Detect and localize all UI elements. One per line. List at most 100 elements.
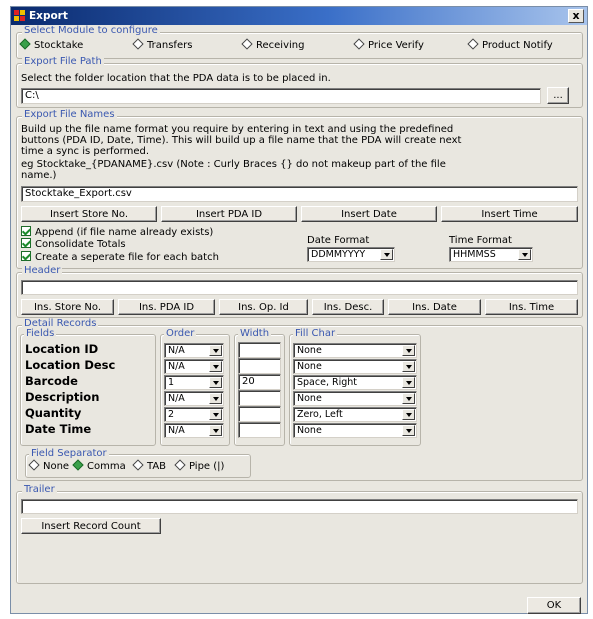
module-legend: Select Module to configure: [22, 25, 160, 36]
order-select-description[interactable]: N/A: [164, 391, 224, 406]
header-ins-date-button[interactable]: Ins. Date: [388, 299, 481, 315]
radio-receiving[interactable]: Receiving: [241, 38, 304, 51]
width-input-description[interactable]: [238, 390, 281, 406]
chevron-down-icon: [209, 393, 222, 404]
header-group: Header Ins. Store No. Ins. PDA ID Ins. O…: [16, 265, 583, 318]
chevron-down-icon: [402, 377, 415, 388]
radio-stocktake[interactable]: Stocktake: [19, 38, 83, 51]
module-group: Select Module to configure Stocktake Tra…: [16, 25, 583, 59]
checkbox-checked-icon: [21, 238, 31, 248]
append-checkbox[interactable]: Append (if file name already exists): [21, 226, 213, 238]
separator-radio-none[interactable]: None: [28, 459, 69, 472]
header-ins-pda-id-button[interactable]: Ins. PDA ID: [118, 299, 215, 315]
field-separator-legend: Field Separator: [29, 448, 109, 459]
separator-radio-comma[interactable]: Comma: [72, 459, 126, 472]
chevron-down-icon: [402, 345, 415, 356]
insert-store-no-button[interactable]: Insert Store No.: [21, 206, 157, 222]
consolidate-checkbox[interactable]: Consolidate Totals: [21, 238, 126, 250]
field-label-barcode: Barcode: [25, 374, 78, 388]
title-bar[interactable]: Export x: [11, 7, 587, 25]
radio-icon: [132, 38, 144, 50]
header-ins-op-id-button[interactable]: Ins. Op. Id: [219, 299, 308, 315]
chevron-down-icon: [380, 249, 393, 260]
file-names-description-3: time a sync is performed.: [21, 146, 149, 157]
file-names-example-2: name.): [21, 170, 57, 181]
chevron-down-icon: [209, 361, 222, 372]
chevron-down-icon: [209, 425, 222, 436]
insert-time-button[interactable]: Insert Time: [441, 206, 578, 222]
radio-selected-icon: [19, 38, 31, 50]
order-select-location-desc[interactable]: N/A: [164, 359, 224, 374]
file-names-description-1: Build up the file name format you requir…: [21, 124, 454, 135]
header-ins-store-no-button[interactable]: Ins. Store No.: [21, 299, 114, 315]
width-input-barcode[interactable]: 20: [238, 374, 281, 390]
field-label-location-desc: Location Desc: [25, 358, 116, 372]
chevron-down-icon: [402, 361, 415, 372]
order-select-date-time[interactable]: N/A: [164, 423, 224, 438]
fill-char-legend: Fill Char: [293, 328, 338, 339]
radio-icon: [28, 459, 40, 471]
chevron-down-icon: [209, 409, 222, 420]
trailer-input[interactable]: [21, 499, 578, 514]
file-path-input[interactable]: C:\: [21, 88, 541, 104]
width-input-location-desc[interactable]: [238, 358, 281, 374]
chevron-down-icon: [402, 425, 415, 436]
order-legend: Order: [164, 328, 197, 339]
detail-records-group: Detail Records Fields Order Width Fill C…: [16, 318, 583, 481]
header-ins-time-button[interactable]: Ins. Time: [485, 299, 578, 315]
separate-file-checkbox[interactable]: Create a seperate file for each batch: [21, 251, 219, 263]
separator-radio-tab[interactable]: TAB: [132, 459, 166, 472]
file-name-input[interactable]: Stocktake_Export.csv: [21, 186, 578, 202]
file-path-group: Export File Path Select the folder locat…: [16, 56, 583, 108]
radio-transfers[interactable]: Transfers: [132, 38, 192, 51]
time-format-select[interactable]: HHMMSS: [449, 247, 533, 262]
radio-product-notify[interactable]: Product Notify: [467, 38, 553, 51]
fill-select-description[interactable]: None: [293, 391, 417, 406]
separator-radio-pipe[interactable]: Pipe (|): [174, 459, 224, 472]
order-select-barcode[interactable]: 1: [164, 375, 224, 390]
radio-icon: [353, 38, 365, 50]
width-input-date-time[interactable]: [238, 422, 281, 438]
trailer-group: Trailer Insert Record Count: [16, 484, 583, 584]
field-separator-group: Field Separator None Comma TAB Pipe (|): [25, 448, 251, 478]
app-icon: [14, 10, 26, 22]
order-select-location-id[interactable]: N/A: [164, 343, 224, 358]
file-names-example-1: eg Stocktake_{PDANAME}.csv (Note : Curly…: [21, 159, 446, 170]
fill-select-location-desc[interactable]: None: [293, 359, 417, 374]
chevron-down-icon: [209, 345, 222, 356]
insert-record-count-button[interactable]: Insert Record Count: [21, 518, 161, 534]
ok-button[interactable]: OK: [527, 597, 581, 614]
field-label-quantity: Quantity: [25, 406, 82, 420]
fill-select-quantity[interactable]: Zero, Left: [293, 407, 417, 422]
file-names-group: Export File Names Build up the file name…: [16, 109, 583, 269]
date-format-label: Date Format: [307, 235, 370, 246]
chevron-down-icon: [209, 377, 222, 388]
field-label-date-time: Date Time: [25, 422, 92, 436]
checkbox-checked-icon: [21, 226, 31, 236]
close-button[interactable]: x: [568, 9, 584, 23]
radio-selected-icon: [72, 459, 84, 471]
chevron-down-icon: [402, 409, 415, 420]
export-dialog: Export x Select Module to configure Stoc…: [10, 6, 588, 614]
chevron-down-icon: [402, 393, 415, 404]
radio-icon: [174, 459, 186, 471]
radio-price-verify[interactable]: Price Verify: [353, 38, 424, 51]
insert-date-button[interactable]: Insert Date: [301, 206, 437, 222]
fill-select-date-time[interactable]: None: [293, 423, 417, 438]
order-select-quantity[interactable]: 2: [164, 407, 224, 422]
header-legend: Header: [22, 265, 63, 276]
window-title: Export: [29, 10, 68, 22]
insert-pda-id-button[interactable]: Insert PDA ID: [161, 206, 297, 222]
width-input-location-id[interactable]: [238, 342, 281, 358]
date-format-select[interactable]: DDMMYYYY: [307, 247, 395, 262]
width-legend: Width: [238, 328, 272, 339]
width-input-quantity[interactable]: [238, 406, 281, 422]
header-ins-desc-button[interactable]: Ins. Desc.: [312, 299, 384, 315]
fill-select-barcode[interactable]: Space, Right: [293, 375, 417, 390]
file-path-instruction: Select the folder location that the PDA …: [21, 73, 331, 84]
header-input[interactable]: [21, 280, 578, 295]
file-path-legend: Export File Path: [22, 56, 104, 67]
fields-legend: Fields: [24, 328, 57, 339]
fill-select-location-id[interactable]: None: [293, 343, 417, 358]
browse-button[interactable]: ...: [547, 87, 569, 104]
